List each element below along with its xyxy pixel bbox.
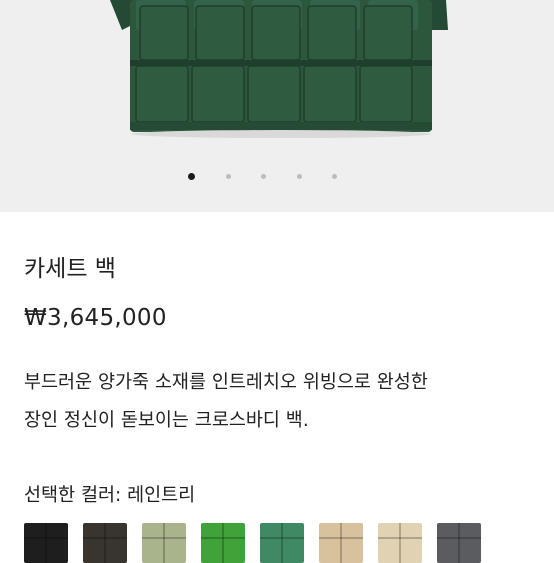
product-description: 부드러운 양가죽 소재를 인트레치오 위빙으로 완성한 장인 정신이 돋보이는 … bbox=[24, 364, 544, 440]
product-image-carousel[interactable] bbox=[0, 0, 554, 212]
carousel-dot-2[interactable] bbox=[226, 174, 231, 179]
carousel-dot-4[interactable] bbox=[297, 174, 302, 179]
selected-color-label: 선택한 컬러: 레인트리 bbox=[24, 485, 196, 506]
product-title: 카세트 백 bbox=[24, 256, 116, 282]
color-swatch-green[interactable] bbox=[201, 523, 245, 563]
carousel-pagination bbox=[0, 171, 554, 183]
description-line: 장인 정신이 돋보이는 크로스바디 백. bbox=[24, 410, 309, 431]
color-swatch-black[interactable] bbox=[24, 523, 68, 563]
carousel-dot-5[interactable] bbox=[332, 174, 337, 179]
description-line: 부드러운 양가죽 소재를 인트레치오 위빙으로 완성한 bbox=[24, 372, 428, 393]
color-swatch-light-beige[interactable] bbox=[378, 523, 422, 563]
carousel-dot-3[interactable] bbox=[261, 174, 266, 179]
color-swatch-sage[interactable] bbox=[142, 523, 186, 563]
color-swatch-charcoal[interactable] bbox=[437, 523, 481, 563]
color-swatch-raintree[interactable] bbox=[260, 523, 304, 563]
color-swatch-beige[interactable] bbox=[319, 523, 363, 563]
color-swatch-dark-brown[interactable] bbox=[83, 523, 127, 563]
carousel-dot-1[interactable] bbox=[188, 173, 195, 180]
product-price: ₩3,645,000 bbox=[24, 305, 167, 331]
